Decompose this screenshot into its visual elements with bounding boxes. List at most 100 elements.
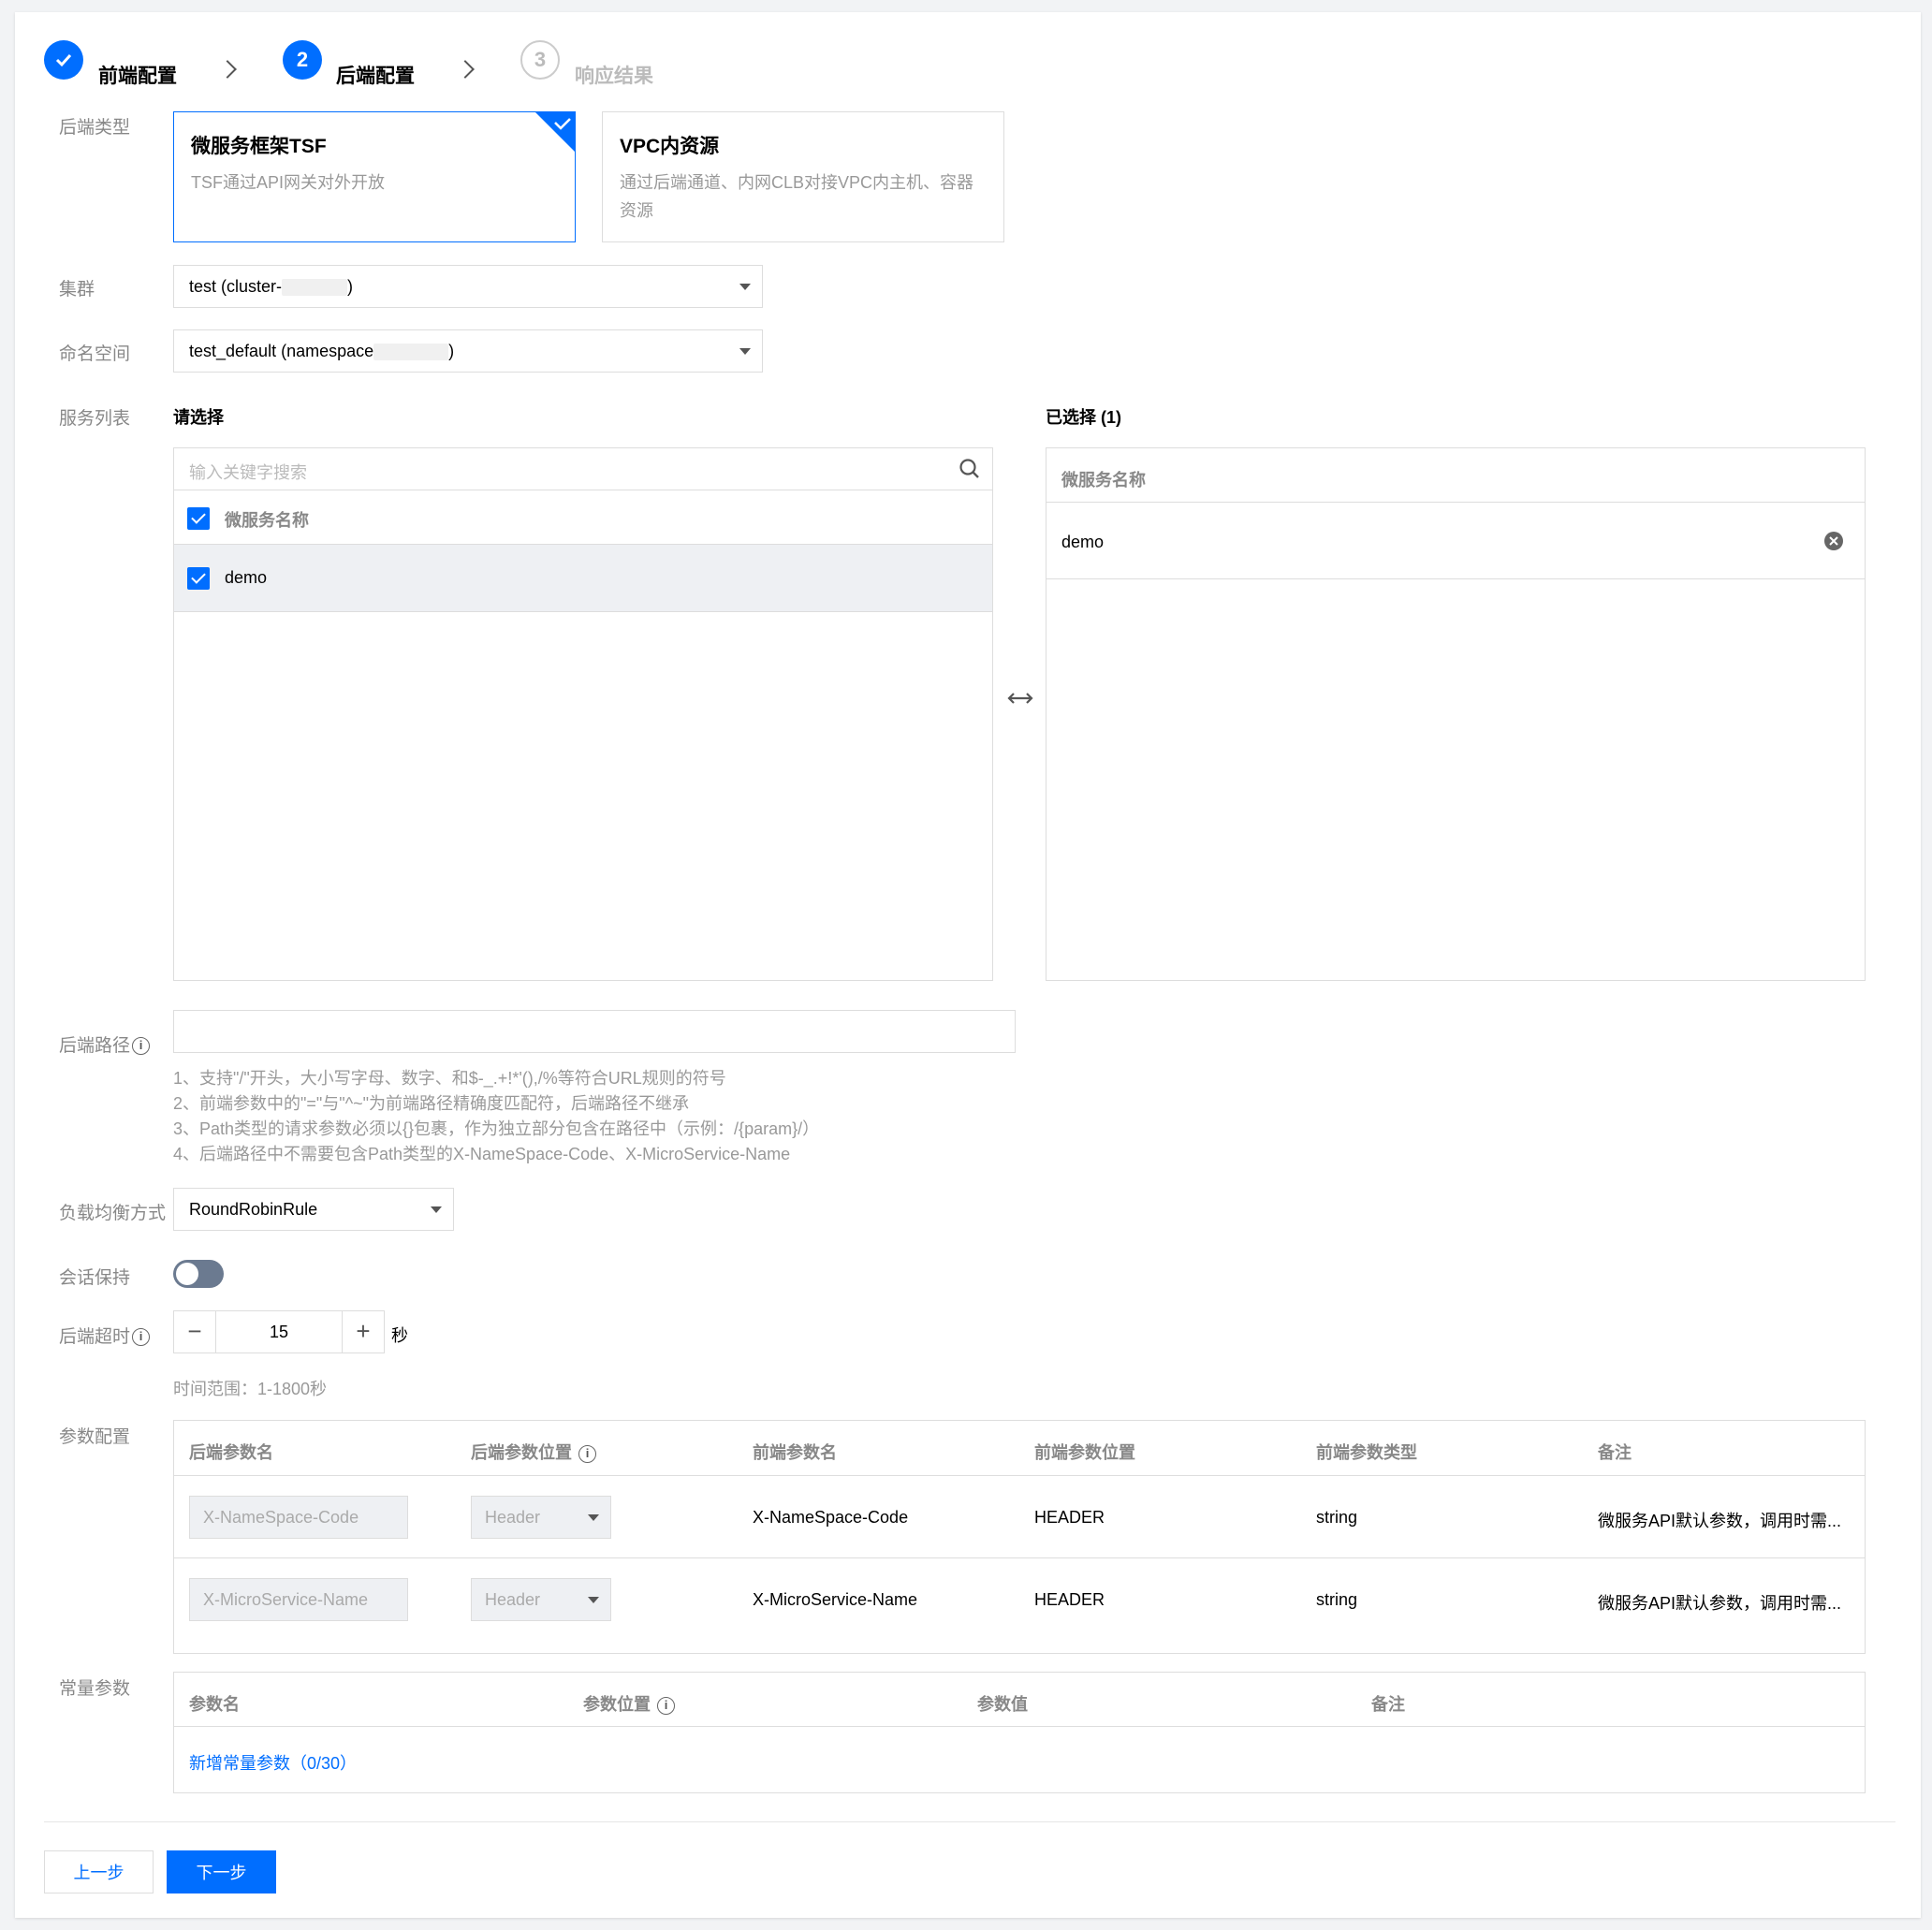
- th-param-value: 参数值: [977, 1695, 1028, 1714]
- selected-item: demo: [1046, 503, 1865, 579]
- th-frontend-type: 前端参数类型: [1316, 1443, 1417, 1462]
- services-label: 服务列表: [59, 409, 131, 429]
- load-balance-select[interactable]: RoundRobinRule: [173, 1188, 454, 1231]
- backend-path-label: 后端路径 i: [59, 1031, 151, 1057]
- search-box[interactable]: 输入关键字搜索: [174, 448, 992, 490]
- list-item-label: demo: [225, 568, 268, 587]
- step-3-label: 响应结果: [575, 66, 653, 87]
- th-param-pos: 参数位置 i: [583, 1691, 676, 1716]
- vpc-card-title: VPC内资源: [620, 136, 720, 157]
- backend-path-hint-3: 3、Path类型的请求参数必须以{}包裹，作为独立部分包含在路径中（示例：/{p…: [173, 1119, 820, 1138]
- chevron-down-icon: [739, 348, 751, 355]
- next-button[interactable]: 下一步: [167, 1850, 276, 1893]
- select-all-checkbox[interactable]: [187, 507, 210, 530]
- params-header-row: 后端参数名 后端参数位置 i 前端参数名 前端参数位置 前端参数类型 备注: [174, 1421, 1865, 1476]
- item-checkbox[interactable]: [187, 567, 210, 590]
- decrement-button[interactable]: −: [174, 1311, 216, 1352]
- th-param-note: 备注: [1371, 1695, 1405, 1714]
- th-backend-pos: 后端参数位置 i: [471, 1440, 597, 1464]
- th-param-pos-text: 参数位置: [583, 1695, 651, 1714]
- prev-button[interactable]: 上一步: [44, 1850, 154, 1893]
- step-1-label[interactable]: 前端配置: [98, 61, 177, 89]
- frontend-type: string: [1316, 1590, 1358, 1609]
- info-icon[interactable]: i: [132, 1037, 151, 1056]
- backend-path-input[interactable]: [173, 1010, 1016, 1053]
- tsf-card-title: 微服务框架TSF: [191, 136, 327, 157]
- timeout-stepper: − 15 +: [173, 1310, 385, 1353]
- chevron-right-icon: [218, 60, 237, 79]
- backend-path-hint-2: 2、前端参数中的"="与"^~"为前端路径精确度匹配符，后端路径不继承: [173, 1094, 690, 1113]
- info-icon[interactable]: i: [132, 1328, 151, 1347]
- step-2-number: 2: [283, 40, 322, 80]
- timeout-input[interactable]: 15: [216, 1311, 342, 1352]
- chevron-down-icon: [431, 1206, 442, 1213]
- increment-button[interactable]: +: [342, 1311, 384, 1352]
- backend-type-vpc-card[interactable]: VPC内资源 通过后端通道、内网CLB对接VPC内主机、容器资源: [602, 111, 1004, 242]
- cluster-label: 集群: [59, 280, 95, 300]
- step-2-label[interactable]: 后端配置: [336, 61, 415, 89]
- services-available-list: 输入关键字搜索 微服务名称 demo: [173, 447, 993, 981]
- remove-circle-icon[interactable]: [1823, 531, 1844, 551]
- select-all-row[interactable]: 微服务名称: [174, 490, 992, 545]
- search-icon[interactable]: [959, 458, 981, 480]
- timeout-unit: 秒: [391, 1326, 408, 1345]
- note: 微服务API默认参数，调用时需...: [1598, 1512, 1842, 1530]
- chevron-down-icon: [588, 1597, 599, 1603]
- search-input[interactable]: 输入关键字搜索: [189, 460, 307, 484]
- frontend-name: X-NameSpace-Code: [753, 1508, 909, 1527]
- backend-pos-select: Header: [471, 1496, 611, 1539]
- chevron-right-icon: [456, 60, 475, 79]
- namespace-label: 命名空间: [59, 344, 131, 364]
- frontend-type: string: [1316, 1508, 1358, 1527]
- backend-type-tsf-card[interactable]: 微服务框架TSF TSF通过API网关对外开放: [173, 111, 576, 242]
- selected-column-header: 微服务名称: [1061, 471, 1146, 490]
- constants-label: 常量参数: [59, 1679, 131, 1699]
- info-icon[interactable]: i: [657, 1696, 676, 1715]
- redacted-cluster-id: [282, 279, 348, 297]
- backend-name-input: X-NameSpace-Code: [189, 1496, 408, 1539]
- config-panel: 前端配置 2 后端配置 3 响应结果 后端类型 微服务框架TSF TSF通过AP…: [15, 12, 1921, 1918]
- load-balance-label: 负载均衡方式: [59, 1204, 167, 1223]
- backend-pos-select: Header: [471, 1578, 611, 1621]
- table-row: X-MicroService-Name Header X-MicroServic…: [174, 1558, 1865, 1641]
- cluster-select[interactable]: test (cluster-): [173, 265, 763, 308]
- redacted-namespace-id: [373, 344, 449, 361]
- add-constant-link[interactable]: 新增常量参数（0/30）: [189, 1750, 357, 1775]
- backend-path-label-text: 后端路径: [59, 1036, 131, 1056]
- th-backend-name: 后端参数名: [189, 1443, 273, 1462]
- backend-pos-value: Header: [485, 1590, 541, 1609]
- frontend-name: X-MicroService-Name: [753, 1590, 918, 1609]
- constants-table: 参数名 参数位置 i 参数值 备注 新增常量参数（0/30）: [173, 1672, 1866, 1793]
- th-backend-pos-text: 后端参数位置: [471, 1443, 572, 1462]
- selected-header: 微服务名称: [1046, 448, 1865, 503]
- cluster-value-prefix: test (cluster-: [189, 277, 283, 296]
- namespace-select[interactable]: test_default (namespace): [173, 329, 763, 373]
- step-3-number: 3: [520, 40, 560, 80]
- timeout-hint: 时间范围：1-1800秒: [173, 1380, 328, 1398]
- namespace-value-suffix: ): [448, 342, 455, 360]
- constants-header-row: 参数名 参数位置 i 参数值 备注: [174, 1673, 1865, 1727]
- params-table: 后端参数名 后端参数位置 i 前端参数名 前端参数位置 前端参数类型 备注 X-…: [173, 1420, 1866, 1654]
- timeout-label-text: 后端超时: [59, 1327, 131, 1347]
- backend-pos-value: Header: [485, 1508, 541, 1527]
- selected-item-label: demo: [1061, 533, 1105, 551]
- backend-path-hint-4: 4、后端路径中不需要包含Path类型的X-NameSpace-Code、X-Mi…: [173, 1145, 791, 1163]
- th-frontend-pos: 前端参数位置: [1034, 1443, 1135, 1462]
- services-right-title: 已选择 (1): [1046, 408, 1121, 427]
- vpc-card-desc: 通过后端通道、内网CLB对接VPC内主机、容器资源: [620, 173, 974, 220]
- timeout-label: 后端超时 i: [59, 1323, 151, 1348]
- toggle-knob: [176, 1263, 198, 1285]
- backend-type-label: 后端类型: [59, 118, 131, 138]
- footer-divider: [44, 1821, 1895, 1822]
- frontend-pos: HEADER: [1034, 1590, 1105, 1609]
- table-row: X-NameSpace-Code Header X-NameSpace-Code…: [174, 1476, 1865, 1558]
- services-left-title: 请选择: [173, 408, 224, 427]
- info-icon[interactable]: i: [578, 1444, 597, 1463]
- step-1-done-icon: [44, 40, 83, 80]
- backend-name-input: X-MicroService-Name: [189, 1578, 408, 1621]
- frontend-pos: HEADER: [1034, 1508, 1105, 1527]
- namespace-value-prefix: test_default (namespace: [189, 342, 374, 360]
- tsf-card-desc: TSF通过API网关对外开放: [191, 173, 386, 192]
- list-item[interactable]: demo: [174, 545, 992, 612]
- session-toggle[interactable]: [173, 1260, 224, 1288]
